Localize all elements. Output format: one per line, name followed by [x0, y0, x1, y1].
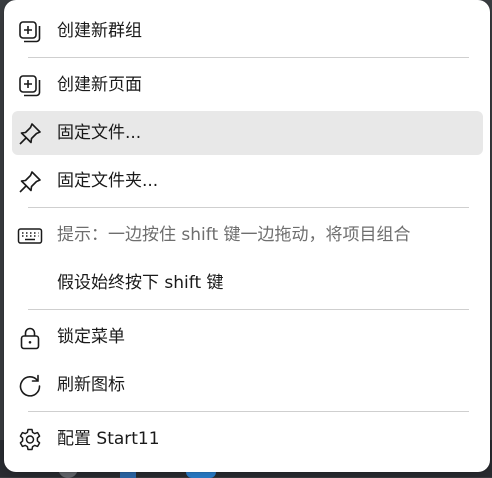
menu-item-refresh-icons[interactable]: 刷新图标 [12, 363, 483, 407]
menu-item-create-page[interactable]: 创建新页面 [12, 63, 483, 107]
add-group-icon [17, 19, 43, 45]
menu-item-pin-folder[interactable]: 固定文件夹... [12, 159, 483, 203]
menu-item-configure[interactable]: 配置 Start11 [12, 417, 483, 461]
pin-icon [17, 169, 43, 195]
keyboard-icon [17, 223, 43, 249]
menu-item-assume-shift[interactable]: 假设始终按下 shift 键 [12, 261, 483, 305]
menu-separator [28, 207, 469, 208]
menu-item-label: 固定文件夹... [57, 171, 159, 191]
gear-icon [17, 427, 43, 453]
context-menu: 创建新群组 创建新页面 固定文件... 固定文件夹... 提示：一边按住 shi… [4, 0, 490, 472]
menu-item-label: 固定文件... [57, 123, 142, 143]
menu-item-label: 创建新群组 [57, 21, 142, 41]
menu-item-create-group[interactable]: 创建新群组 [12, 9, 483, 53]
refresh-icon [17, 373, 43, 399]
menu-item-lock-menu[interactable]: 锁定菜单 [12, 315, 483, 359]
menu-item-tip: 提示：一边按住 shift 键一边拖动，将项目组合 [12, 213, 483, 257]
menu-item-pin-file[interactable]: 固定文件... [12, 111, 483, 155]
menu-item-label: 创建新页面 [57, 75, 142, 95]
menu-item-label: 提示：一边按住 shift 键一边拖动，将项目组合 [57, 225, 411, 245]
menu-item-label: 刷新图标 [57, 375, 125, 395]
menu-item-label: 假设始终按下 shift 键 [57, 273, 224, 293]
pin-icon [17, 121, 43, 147]
add-page-icon [17, 73, 43, 99]
menu-separator [28, 309, 469, 310]
menu-item-label: 配置 Start11 [57, 429, 160, 449]
menu-item-label: 锁定菜单 [57, 327, 125, 347]
menu-separator [28, 411, 469, 412]
menu-separator [28, 57, 469, 58]
lock-icon [17, 325, 43, 351]
